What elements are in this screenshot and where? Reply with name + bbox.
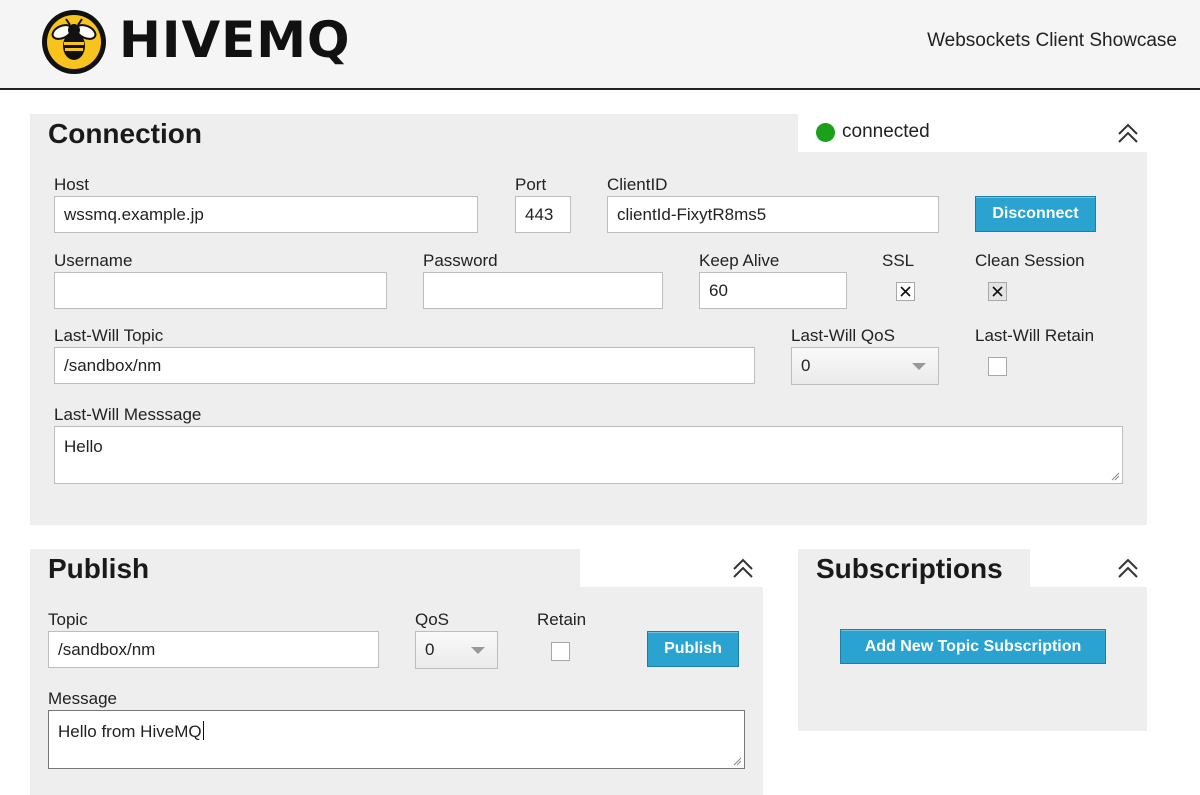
topic-label: Topic — [48, 610, 88, 629]
x-mark-icon — [992, 286, 1003, 297]
subscriptions-title: Subscriptions — [816, 553, 1003, 584]
last-will-topic-input[interactable]: /sandbox/nm — [54, 347, 755, 384]
password-input[interactable] — [423, 272, 663, 309]
message-text: Hello from HiveMQ — [58, 721, 204, 741]
message-label: Message — [48, 689, 117, 708]
host-input[interactable]: wssmq.example.jp — [54, 196, 478, 233]
bee-icon — [42, 10, 106, 74]
clean-session-checkbox[interactable] — [988, 282, 1007, 301]
logo-wordmark: HIVEMQ — [119, 11, 351, 69]
keep-alive-label: Keep Alive — [699, 251, 780, 270]
keep-alive-input[interactable]: 60 — [699, 272, 847, 309]
last-will-message-label: Last-Will Messsage — [54, 405, 202, 424]
last-will-qos-label: Last-Will QoS — [791, 326, 895, 345]
chevron-down-icon — [471, 647, 485, 654]
last-will-retain-label: Last-Will Retain — [975, 326, 1095, 345]
qos-value: 0 — [425, 640, 435, 659]
page-title: Websockets Client Showcase — [927, 30, 1177, 51]
password-label: Password — [423, 251, 498, 270]
qos-label: QoS — [415, 610, 450, 629]
last-will-message-text: Hello — [64, 437, 103, 456]
app-header: HIVEMQ Websockets Client Showcase — [0, 0, 1200, 90]
last-will-retain-checkbox[interactable] — [988, 357, 1007, 376]
message-textarea[interactable]: Hello from HiveMQ — [48, 710, 745, 769]
host-label: Host — [54, 175, 89, 194]
port-label: Port — [515, 175, 547, 194]
port-input[interactable]: 443 — [515, 196, 571, 233]
publish-title: Publish — [48, 553, 150, 584]
retain-label: Retain — [537, 610, 587, 629]
topic-input[interactable]: /sandbox/nm — [48, 631, 379, 668]
resize-grip-icon[interactable] — [733, 757, 742, 766]
last-will-message-textarea[interactable]: Hello — [54, 426, 1123, 484]
ssl-checkbox[interactable] — [896, 282, 915, 301]
double-chevron-up-icon[interactable] — [1116, 121, 1140, 145]
last-will-qos-select[interactable]: 0 — [791, 347, 939, 385]
x-mark-icon — [900, 286, 911, 297]
disconnect-button[interactable]: Disconnect — [975, 196, 1096, 232]
clean-session-label: Clean Session — [975, 251, 1085, 270]
ssl-label: SSL — [882, 251, 915, 270]
username-input[interactable] — [54, 272, 387, 309]
last-will-topic-label: Last-Will Topic — [54, 326, 164, 345]
publish-button[interactable]: Publish — [647, 631, 739, 667]
status-indicator-icon — [816, 123, 835, 142]
qos-select[interactable]: 0 — [415, 631, 498, 669]
double-chevron-up-icon[interactable] — [1116, 556, 1140, 580]
client-id-label: ClientID — [607, 175, 668, 194]
double-chevron-up-icon[interactable] — [731, 556, 755, 580]
connection-title: Connection — [48, 118, 202, 149]
username-label: Username — [54, 251, 133, 270]
connection-status-text: connected — [842, 121, 930, 142]
client-id-input[interactable]: clientId-FixytR8ms5 — [607, 196, 939, 233]
chevron-down-icon — [912, 363, 926, 370]
retain-checkbox[interactable] — [551, 642, 570, 661]
last-will-qos-value: 0 — [801, 356, 811, 375]
resize-grip-icon[interactable] — [1111, 472, 1120, 481]
add-subscription-button[interactable]: Add New Topic Subscription — [840, 629, 1106, 664]
